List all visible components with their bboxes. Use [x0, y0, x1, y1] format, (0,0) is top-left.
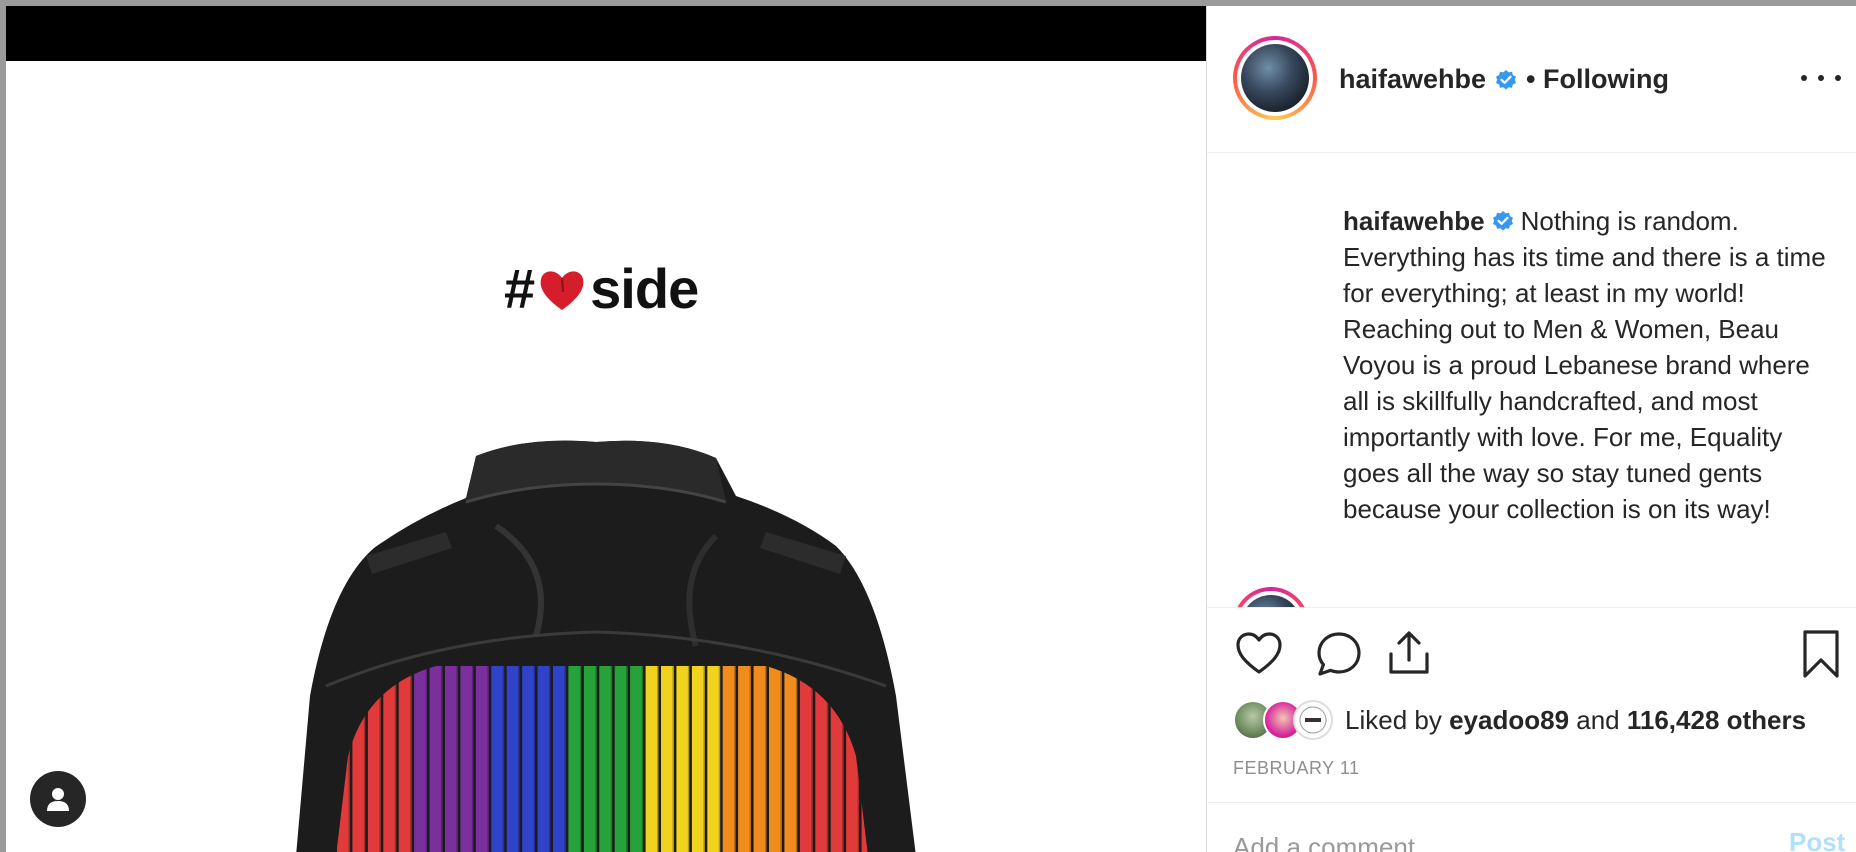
hashtag-graphic: # side	[504, 256, 699, 321]
bookmark-icon[interactable]	[1795, 628, 1847, 680]
fringe-strand	[398, 666, 412, 852]
fringe-strand	[383, 666, 397, 852]
fringe-strand	[784, 666, 798, 852]
fringe-strand	[769, 666, 782, 852]
fringe-strand	[506, 666, 520, 852]
fringe-strand	[753, 666, 767, 852]
fringe-strand	[676, 666, 690, 852]
author-avatar[interactable]	[1233, 36, 1317, 120]
likes-summary[interactable]: Liked by eyadoo89 and 116,428 others	[1233, 700, 1806, 740]
fringe-shadow	[441, 666, 443, 852]
liker-avatars	[1233, 700, 1337, 740]
other-likers-link[interactable]: 116,428 others	[1627, 705, 1806, 736]
comment-icon[interactable]	[1313, 628, 1365, 680]
fringe-strand	[445, 666, 458, 852]
media-top-bar	[6, 6, 1206, 61]
fringe-shadow	[425, 666, 428, 852]
fringe-strand	[475, 666, 489, 852]
post-comment-button[interactable]: Post	[1789, 827, 1845, 852]
fringe-strand	[645, 666, 659, 852]
fringe-shadow	[657, 666, 659, 852]
caption-text: Nothing is random. Everything has its ti…	[1343, 206, 1826, 524]
verified-badge-icon	[1496, 69, 1517, 90]
author-username-link[interactable]: haifawehbe	[1339, 64, 1486, 95]
brand-logo-icon	[1299, 706, 1327, 734]
fringe-strand	[738, 666, 751, 852]
fringe-shadow	[579, 666, 582, 852]
fringe-shadow	[394, 666, 397, 852]
fringe-shadow	[672, 666, 674, 852]
post-actions: Liked by eyadoo89 and 116,428 others FEB…	[1207, 607, 1856, 852]
fringe-strand	[630, 666, 643, 852]
fringe-strand	[614, 666, 628, 852]
add-comment-input[interactable]	[1233, 827, 1753, 852]
fringe-shadow	[518, 666, 520, 852]
fringe-shadow	[533, 666, 536, 852]
post-media[interactable]: # side	[6, 6, 1206, 852]
fringe-shadow	[749, 666, 752, 852]
fringe-strand	[722, 666, 736, 852]
likes-prefix: Liked by	[1345, 704, 1450, 735]
fringe-shadow	[471, 666, 474, 852]
author-info: haifawehbe • Following	[1339, 64, 1669, 95]
fringe-strand	[460, 666, 474, 852]
fringe-shadow	[595, 666, 597, 852]
heart-graphic-icon	[540, 270, 584, 310]
following-status-button[interactable]: • Following	[1526, 64, 1669, 95]
fringe-strand	[691, 666, 705, 852]
add-comment-section: Post	[1207, 802, 1856, 852]
first-liker-link[interactable]: eyadoo89	[1449, 705, 1569, 736]
fringe-strand	[522, 666, 535, 852]
tagged-users-button[interactable]	[30, 771, 86, 827]
user-icon	[47, 788, 69, 811]
hashtag-suffix: side	[590, 257, 699, 320]
fringe-shadow	[487, 666, 489, 852]
fringe-strand	[553, 666, 566, 852]
fringe-shadow	[687, 666, 690, 852]
fringe-shadow	[502, 666, 505, 852]
post-sidebar: haifawehbe • Following haifawehbe Nothin…	[1206, 6, 1856, 852]
fringe-shadow	[626, 666, 628, 852]
more-options-icon[interactable]	[1801, 64, 1841, 92]
fringe-shadow	[456, 666, 458, 852]
fringe-strand	[568, 666, 582, 852]
instagram-post-window: # side haifawehbe • Following haifawehbe…	[6, 6, 1856, 852]
hashtag-prefix: #	[504, 257, 535, 320]
fringe-strand	[414, 666, 427, 852]
caption-username-link[interactable]: haifawehbe	[1343, 206, 1485, 236]
post-caption: haifawehbe Nothing is random. Everything…	[1343, 203, 1843, 527]
fringe-strand	[799, 666, 813, 852]
fringe-strand	[599, 666, 613, 852]
jacket-image	[296, 440, 916, 852]
fringe-shadow	[703, 666, 705, 852]
post-header: haifawehbe • Following	[1207, 6, 1856, 153]
share-icon[interactable]	[1383, 628, 1435, 680]
fringe-shadow	[410, 666, 412, 852]
fringe-shadow	[718, 666, 721, 852]
post-date[interactable]: FEBRUARY 11	[1233, 758, 1360, 779]
fringe-strand	[491, 666, 505, 852]
fringe-shadow	[811, 666, 813, 852]
fringe-strand	[661, 666, 674, 852]
fringe-shadow	[780, 666, 782, 852]
fringe-shadow	[610, 666, 613, 852]
fringe-shadow	[564, 666, 566, 852]
fringe-shadow	[641, 666, 644, 852]
caption-author-avatar[interactable]	[1233, 587, 1309, 607]
likes-middle: and	[1569, 704, 1627, 735]
heart-icon[interactable]	[1233, 628, 1285, 680]
fringe-strand	[583, 666, 597, 852]
fringe-shadow	[795, 666, 798, 852]
fringe-shadow	[765, 666, 767, 852]
comments-area[interactable]: haifawehbe Nothing is random. Everything…	[1207, 153, 1856, 607]
fringe-strand	[429, 666, 443, 852]
fringe-strand	[537, 666, 551, 852]
fringe-shadow	[549, 666, 551, 852]
fringe-shadow	[734, 666, 736, 852]
verified-badge-icon	[1492, 211, 1513, 231]
fringe-strand	[707, 666, 721, 852]
liker-avatar	[1293, 700, 1333, 740]
